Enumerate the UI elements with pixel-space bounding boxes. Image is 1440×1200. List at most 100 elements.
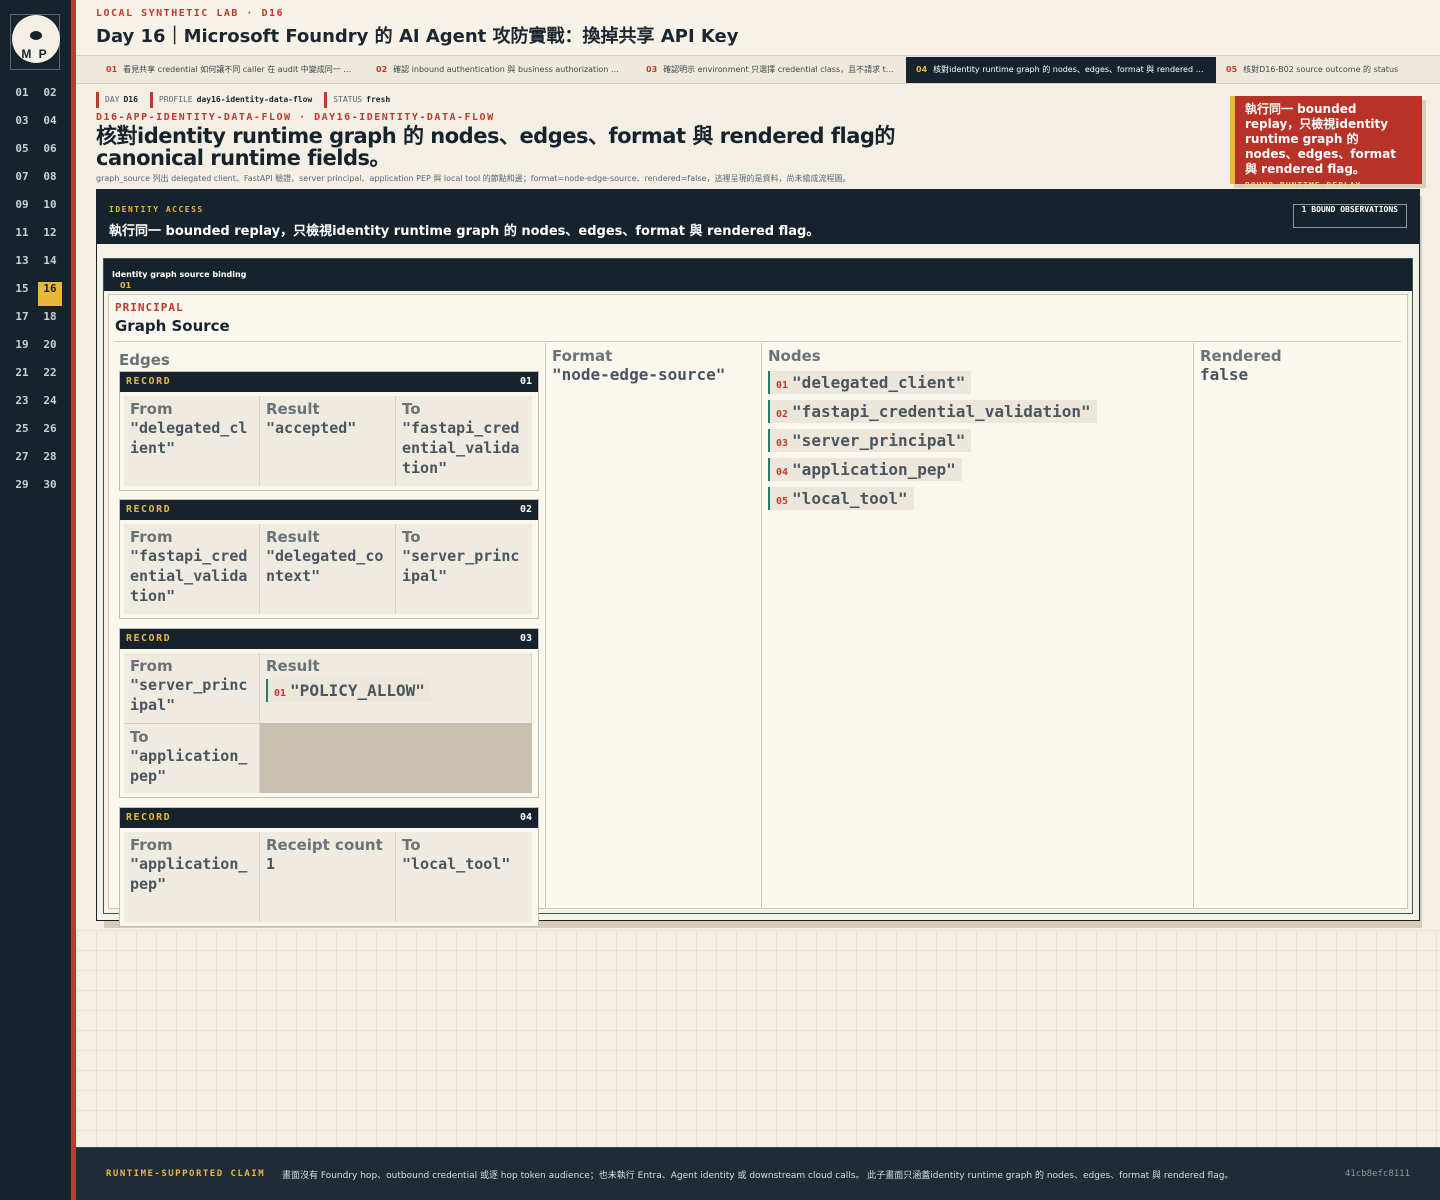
day-link-15[interactable]: 15 [10, 282, 34, 306]
day-link-04[interactable]: 04 [38, 114, 62, 138]
format-column: Format "node-edge-source" [545, 343, 761, 909]
hero-subtitle: graph_source 列出 delegated client、FastAPI… [96, 174, 851, 183]
footer-text: 畫面沒有 Foundry hop、outbound credential 或逐 … [282, 1171, 1234, 1181]
panel-title: 執行同一 bounded replay，只檢視identity runtime … [109, 224, 820, 239]
record-header: RECORD 04 [120, 808, 538, 828]
principal-kicker: PRINCIPAL [115, 301, 184, 314]
day-link-09[interactable]: 09 [10, 198, 34, 222]
footer: RUNTIME-SUPPORTED CLAIM 畫面沒有 Foundry hop… [76, 1147, 1440, 1200]
record-result: Result "accepted" [260, 396, 396, 486]
day-link-26[interactable]: 26 [38, 422, 62, 446]
record-header: RECORD 02 [120, 500, 538, 520]
record-from: From "server_principal" [124, 653, 260, 723]
panel-header: IDENTITY ACCESS 執行同一 bounded replay，只檢視i… [97, 190, 1419, 244]
day-link-29[interactable]: 29 [10, 478, 34, 502]
record-header: RECORD 01 [120, 372, 538, 392]
nodes-list: 01 "delegated_client" 02 "fastapi_credentia… [768, 371, 1148, 516]
day-link-02[interactable]: 02 [38, 86, 62, 110]
record-label: RECORD [126, 376, 172, 387]
identity-panel: IDENTITY ACCESS 執行同一 bounded replay，只檢視i… [96, 189, 1420, 927]
edges-label: Edges [119, 351, 170, 369]
edge-record: RECORD 04 From "application_pep" Receipt cou… [119, 807, 539, 927]
day-link-17[interactable]: 17 [10, 310, 34, 334]
day-link-21[interactable]: 21 [10, 366, 34, 390]
format-value: "node-edge-source" [552, 365, 726, 384]
panel-kicker: IDENTITY ACCESS [109, 205, 204, 214]
result-item: 01 "POLICY_ALLOW" [266, 679, 431, 702]
empty-cell [260, 723, 532, 793]
tab-label: 確認 inbound authentication 與 business aut… [393, 65, 635, 74]
record-from: From "fastapi_credential_validation" [124, 524, 260, 614]
day-link-10[interactable]: 10 [38, 198, 62, 222]
record-from: From "delegated_client" [124, 396, 260, 486]
tab-number: 05 [1226, 65, 1238, 74]
record-label: RECORD [126, 812, 172, 823]
day-link-13[interactable]: 13 [10, 254, 34, 278]
tab-step-02[interactable]: 02 確認 inbound authentication 與 business a… [366, 57, 636, 83]
record-result: Receipt count 1 [260, 832, 396, 922]
card-body: PRINCIPAL Graph Source Edges RECORD 01 Fro… [108, 294, 1408, 927]
tab-step-04[interactable]: 04 核對identity runtime graph 的 nodes、edges… [906, 57, 1216, 83]
edge-record: RECORD 02 From "fastapi_credential_validati… [119, 499, 539, 619]
graph-node: 05 "local_tool" [768, 487, 914, 510]
day-link-05[interactable]: 05 [10, 142, 34, 166]
graph-node: 04 "application_pep" [768, 458, 962, 481]
card-header: 01 Identity graph source binding [104, 259, 1412, 291]
day-link-18[interactable]: 18 [38, 310, 62, 334]
day-link-23[interactable]: 23 [10, 394, 34, 418]
tab-label: 核對identity runtime graph 的 nodes、edges、f… [933, 65, 1216, 74]
record-result: Result 01 "POLICY_ALLOW" [260, 653, 532, 723]
day-link-22[interactable]: 22 [38, 366, 62, 390]
day-link-14[interactable]: 14 [38, 254, 62, 278]
tab-label: 確認明示 environment 只選擇 credential class，且不… [663, 65, 906, 74]
day-link-30[interactable]: 30 [38, 478, 62, 502]
tab-step-03[interactable]: 03 確認明示 environment 只選擇 credential class，… [636, 57, 906, 83]
meta-status: STATUS fresh [324, 92, 394, 108]
page-title: Day 16｜Microsoft Foundry 的 AI Agent 攻防實戰… [96, 26, 739, 47]
record-grid: From "fastapi_credential_validation" Resul… [120, 520, 538, 618]
record-number: 01 [519, 376, 532, 387]
record-number: 04 [519, 812, 532, 823]
record-number: 02 [519, 504, 532, 515]
tab-label: 看見共享 credential 如何讓不同 caller 在 audit 中變成… [123, 65, 366, 74]
hero-title: 核對identity runtime graph 的 nodes、edges、f… [96, 124, 895, 170]
record-number: 03 [519, 633, 532, 644]
header-kicker: LOCAL SYNTHETIC LAB · D16 [96, 8, 285, 19]
callout-text: 執行同一 bounded replay，只檢視identity runtime … [1245, 102, 1396, 176]
day-link-16[interactable]: 16 [38, 282, 62, 306]
day-link-03[interactable]: 03 [10, 114, 34, 138]
day-link-27[interactable]: 27 [10, 450, 34, 474]
day-nav: 01 02 03 04 05 06 07 08 09 10 11 12 13 14 15 16 17 18 19 20… [10, 86, 66, 502]
logo-text: M P [21, 47, 49, 61]
day-link-19[interactable]: 19 [10, 338, 34, 362]
format-label: Format [552, 347, 613, 365]
graph-node: 03 "server_principal" [768, 429, 972, 452]
record-to: To "application_pep" [124, 723, 260, 793]
day-link-08[interactable]: 08 [38, 170, 62, 194]
day-link-12[interactable]: 12 [38, 226, 62, 250]
observations-badge[interactable]: 1 BOUND OBSERVATIONS [1292, 204, 1407, 228]
day-link-11[interactable]: 11 [10, 226, 34, 250]
tab-number: 01 [106, 65, 118, 74]
page-header: LOCAL SYNTHETIC LAB · D16 Day 16｜Microso… [76, 0, 1440, 56]
record-header: RECORD 03 [120, 629, 538, 649]
logo-dot [30, 31, 42, 40]
record-label: RECORD [126, 504, 172, 515]
day-link-01[interactable]: 01 [10, 86, 34, 110]
replay-callout: 執行同一 bounded replay，只檢視identity runtime … [1230, 96, 1422, 190]
record-to: To "server_principal" [396, 524, 532, 614]
tab-step-01[interactable]: 01 看見共享 credential 如何讓不同 caller 在 audit 中… [96, 57, 366, 83]
step-tabs: 01 看見共享 credential 如何讓不同 caller 在 audit 中… [76, 56, 1440, 84]
record-from: From "application_pep" [124, 832, 260, 922]
day-link-06[interactable]: 06 [38, 142, 62, 166]
tab-step-05[interactable]: 05 核對D16-B02 source outcome 的 status [1216, 57, 1440, 83]
day-link-07[interactable]: 07 [10, 170, 34, 194]
day-link-24[interactable]: 24 [38, 394, 62, 418]
day-link-25[interactable]: 25 [10, 422, 34, 446]
logo[interactable]: M P [10, 14, 60, 70]
meta-bar: DAY D16 PROFILE day16-identity-data-flow S… [96, 92, 394, 108]
day-link-20[interactable]: 20 [38, 338, 62, 362]
graph-binding-card: 01 Identity graph source binding PRINCIPA… [103, 258, 1413, 927]
rendered-label: Rendered [1200, 347, 1282, 365]
day-link-28[interactable]: 28 [38, 450, 62, 474]
